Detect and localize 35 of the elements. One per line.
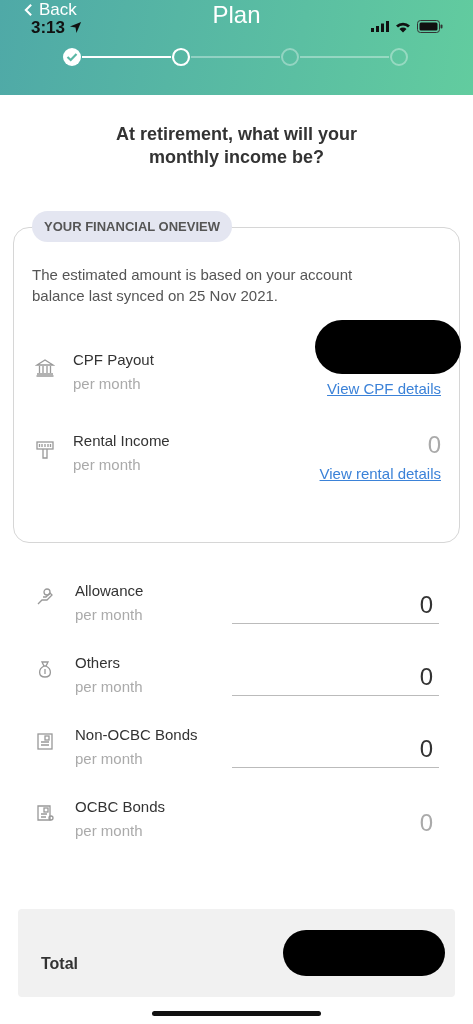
- income-label: OCBC Bonds: [75, 797, 167, 817]
- income-label: CPF Payout: [73, 350, 155, 370]
- amount-input[interactable]: 0: [232, 587, 439, 624]
- battery-icon: [417, 20, 443, 33]
- rent-sign-icon: [35, 439, 55, 459]
- chevron-left-icon: [24, 3, 33, 17]
- period-label: per month: [73, 374, 142, 394]
- period-label: per month: [75, 821, 144, 841]
- status-time: 3:13: [31, 18, 66, 37]
- income-label: Non-OCBC Bonds: [75, 725, 199, 745]
- question-heading: At retirement, what will your monthly income be?: [114, 123, 358, 169]
- section-badge: YOUR FINANCIAL ONEVIEW: [32, 211, 232, 242]
- amount-input[interactable]: 0: [232, 731, 439, 768]
- location-icon: [69, 21, 83, 34]
- amount-input[interactable]: 0: [232, 659, 439, 696]
- description-text: The estimated amount is based on your account balance last synced on 25 Nov 2021.: [32, 265, 354, 306]
- page-title: Plan: [211, 1, 262, 29]
- amount-value: 0: [418, 808, 434, 837]
- signal-icon: [371, 21, 389, 32]
- period-label: per month: [73, 455, 142, 475]
- total-label: Total: [41, 955, 79, 973]
- bank-icon: [35, 358, 55, 378]
- income-label: Others: [75, 653, 121, 673]
- bond-document-icon: [35, 731, 55, 751]
- period-label: per month: [75, 749, 144, 769]
- wifi-icon: [395, 20, 411, 33]
- income-label: Rental Income: [73, 431, 171, 451]
- income-label: Allowance: [75, 581, 145, 601]
- hand-coin-icon: [35, 587, 55, 607]
- certificate-icon: [35, 803, 55, 823]
- period-label: per month: [75, 677, 144, 697]
- period-label: per month: [75, 605, 144, 625]
- amount-value: 0: [427, 431, 441, 459]
- details-link[interactable]: View rental details: [319, 465, 441, 482]
- details-link[interactable]: View CPF details: [327, 380, 441, 397]
